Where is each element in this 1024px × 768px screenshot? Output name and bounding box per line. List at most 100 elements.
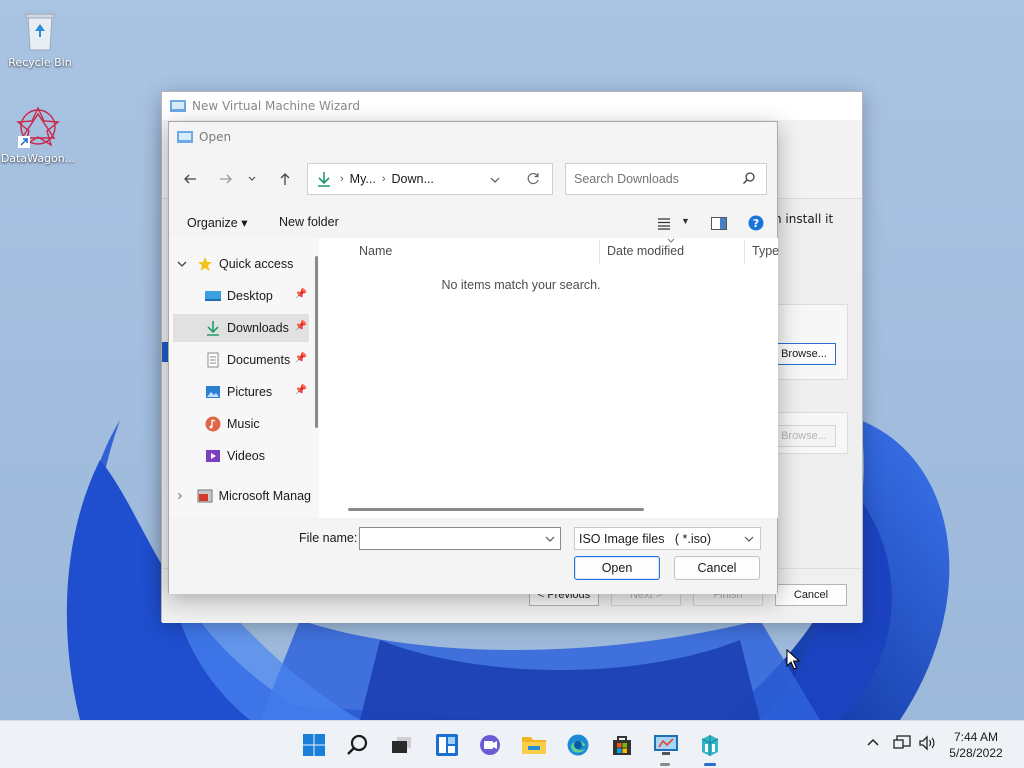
horizontal-scrollbar[interactable]	[348, 508, 644, 511]
cancel-button[interactable]: Cancel	[674, 556, 760, 580]
back-button[interactable]	[179, 168, 201, 190]
nav-item-label: Pictures	[227, 385, 273, 399]
file-type-dropdown-icon[interactable]	[744, 535, 754, 543]
expand-chevron-icon[interactable]	[177, 260, 187, 268]
nav-item-label: Quick access	[219, 257, 294, 271]
pictures-folder-icon	[206, 386, 220, 398]
wizard-titlebar[interactable]: New Virtual Machine Wizard	[162, 92, 862, 120]
open-button[interactable]: Open	[574, 556, 660, 580]
chat-icon	[480, 735, 500, 755]
view-dropdown-icon[interactable]: ▼	[681, 216, 690, 226]
new-folder-button[interactable]: New folder	[279, 215, 339, 229]
svg-text:?: ?	[753, 217, 759, 230]
vm-app-button[interactable]	[652, 731, 680, 759]
mouse-cursor-icon	[786, 649, 800, 670]
task-view-button[interactable]	[387, 731, 415, 759]
refresh-icon[interactable]	[526, 172, 540, 186]
nav-item-pictures[interactable]: Pictures 📌	[205, 378, 309, 406]
documents-folder-icon	[207, 352, 219, 368]
organize-label: Organize	[187, 216, 238, 230]
store-button[interactable]	[608, 731, 636, 759]
file-type-value: ISO Image files ( *.iso)	[579, 531, 711, 546]
file-name-input[interactable]	[360, 528, 540, 548]
network-button[interactable]	[893, 735, 911, 755]
wizard-browse-button-1[interactable]: Browse...	[772, 343, 836, 365]
vm-app-running-indicator	[660, 763, 670, 766]
address-dropdown-icon[interactable]	[490, 176, 500, 184]
file-name-field[interactable]	[359, 527, 561, 550]
preview-pane-icon[interactable]	[711, 217, 727, 230]
back-arrow-icon	[184, 174, 196, 184]
chevron-up-icon	[867, 738, 879, 746]
widgets-button[interactable]	[433, 731, 461, 759]
forward-button[interactable]	[215, 168, 237, 190]
breadcrumb-segment[interactable]: Down...	[392, 172, 434, 186]
address-bar[interactable]: › My... › Down...	[307, 163, 553, 195]
taskbar-clock[interactable]: 7:44 AM 5/28/2022	[934, 729, 1018, 761]
wizard-browse-button-2[interactable]: Browse...	[772, 425, 836, 447]
up-arrow-icon	[280, 173, 290, 185]
nav-item-label: Microsoft Manag	[218, 489, 311, 503]
nav-item-documents[interactable]: Documents 📌	[205, 346, 309, 374]
chevron-down-icon	[248, 176, 256, 181]
file-name-dropdown-icon[interactable]	[545, 535, 555, 543]
desktop-icon-datawagon[interactable]: DataWagon...	[0, 104, 78, 165]
start-icon	[303, 734, 325, 756]
file-explorer-icon	[522, 737, 546, 754]
nav-item-label: Documents	[227, 353, 291, 367]
up-button[interactable]	[274, 168, 296, 190]
file-explorer-button[interactable]	[520, 731, 548, 759]
desktop-icon-label: DataWagon...	[0, 152, 76, 165]
open-dialog-titlebar[interactable]: Open	[169, 122, 777, 152]
breadcrumb-separator-icon: ›	[381, 173, 386, 185]
start-button[interactable]	[300, 731, 328, 759]
desktop-icon-recycle-bin[interactable]: Recycle Bin	[0, 10, 80, 69]
column-header-name[interactable]: Name	[359, 244, 392, 258]
taskbar-search-button[interactable]	[344, 731, 372, 759]
open-file-dialog[interactable]: Open › My... › Down... Organi	[168, 121, 779, 594]
taskbar: 7:44 AM 5/28/2022	[0, 720, 1024, 768]
quick-access-item[interactable]: Quick access	[177, 250, 317, 278]
navigation-bar: › My... › Down...	[169, 152, 777, 208]
empty-results-message: No items match your search.	[441, 278, 601, 292]
column-separator[interactable]	[599, 240, 600, 264]
column-header-date-modified[interactable]: Date modified	[607, 244, 684, 258]
widgets-icon	[436, 734, 458, 756]
recent-locations-button[interactable]	[245, 168, 259, 190]
nav-item-label: Videos	[227, 449, 265, 463]
forward-arrow-icon	[220, 174, 232, 184]
wizard-cancel-button[interactable]: Cancel	[775, 584, 847, 606]
datawagon-icon	[16, 106, 60, 148]
breadcrumb-separator-icon: ›	[340, 173, 344, 185]
nav-item-desktop[interactable]: Desktop 📌	[205, 282, 309, 310]
vm-app-icon	[654, 735, 678, 755]
search-box[interactable]	[565, 163, 767, 195]
file-list-pane[interactable]: Name Date modified Type No items match y…	[328, 238, 779, 518]
search-input[interactable]	[574, 172, 734, 186]
music-folder-icon	[205, 416, 221, 432]
nav-item-label: Music	[227, 417, 260, 431]
expand-chevron-right-icon[interactable]	[177, 491, 183, 501]
nav-item-label: Desktop	[227, 289, 273, 303]
downloads-arrow-icon	[318, 172, 330, 187]
nav-item-music[interactable]: Music	[205, 410, 309, 438]
wizard-partial-text: n install it	[774, 212, 834, 226]
column-header-type[interactable]: Type	[752, 244, 779, 258]
nav-item-downloads[interactable]: Downloads 📌	[173, 314, 309, 342]
tray-overflow-button[interactable]	[866, 735, 880, 751]
view-options-icon[interactable]	[658, 218, 672, 230]
edge-button[interactable]	[564, 731, 592, 759]
network-icon	[893, 735, 911, 749]
datawagon-taskbar-icon	[701, 735, 719, 756]
breadcrumb-segment[interactable]: My...	[350, 172, 376, 186]
nav-item-videos[interactable]: Videos	[205, 442, 309, 470]
help-icon[interactable]: ?	[748, 215, 764, 231]
command-bar: Organize ▾ New folder ▼ ?	[169, 208, 777, 238]
chat-button[interactable]	[476, 731, 504, 759]
nav-item-microsoft-management[interactable]: Microsoft Manag	[177, 482, 311, 510]
column-separator[interactable]	[744, 240, 745, 264]
file-type-select[interactable]: ISO Image files ( *.iso)	[574, 527, 761, 550]
datawagon-taskbar-button[interactable]	[696, 731, 724, 759]
organize-button[interactable]: Organize ▾	[187, 215, 247, 230]
pin-icon: 📌	[294, 321, 307, 332]
